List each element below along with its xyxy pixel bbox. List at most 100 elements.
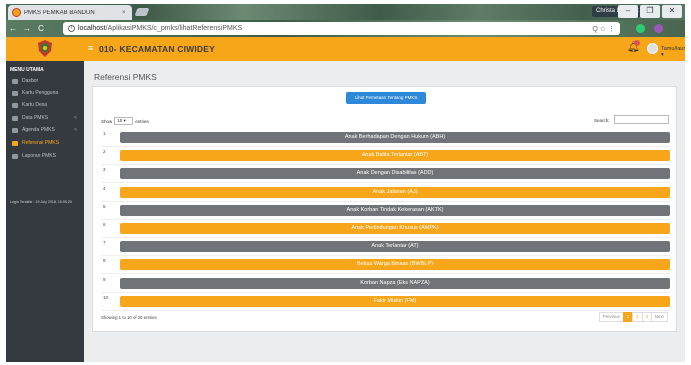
- sidebar-item-label: Agenda PMKS: [22, 127, 55, 133]
- reference-item[interactable]: Anak Berhadapan Dengan Hukum (ABH): [120, 132, 670, 143]
- sidebar-item-kartu-pengguna[interactable]: Kartu Pengguna: [6, 88, 84, 98]
- content-footer: [84, 348, 685, 362]
- sidebar-item-label: Kartu Pengguna: [22, 90, 59, 96]
- user-menu[interactable]: Tamu/laun ▾: [661, 46, 685, 58]
- row-number: 2: [103, 149, 106, 155]
- sidebar-item-data-pmks[interactable]: Data PMKS <: [6, 113, 84, 123]
- search-input[interactable]: [614, 115, 669, 124]
- site-info-icon[interactable]: i: [68, 25, 75, 32]
- avatar[interactable]: [647, 43, 658, 54]
- reload-icon[interactable]: C: [34, 24, 48, 33]
- row-divider: [101, 146, 670, 147]
- row-number: 9: [103, 276, 106, 282]
- reference-item[interactable]: Anak Jalanan (AJ): [120, 186, 670, 198]
- entries-select[interactable]: 10 ▾: [114, 117, 134, 125]
- menu-toggle-icon[interactable]: ≡: [88, 43, 93, 53]
- sidebar-item-kartu-desa[interactable]: Kartu Desa: [6, 100, 84, 110]
- logo-area: [6, 37, 84, 61]
- row-divider: [101, 200, 670, 202]
- id-card-icon: [12, 90, 18, 96]
- book-icon: [12, 140, 18, 146]
- url-tools[interactable]: Q ☆ ⋮: [592, 25, 615, 33]
- row-number: 8: [103, 258, 106, 264]
- row-number: 5: [103, 203, 106, 209]
- row-divider: [101, 255, 670, 257]
- url-input[interactable]: i localhost /AplikasiPMKS/c_pmks/lihatRe…: [63, 22, 620, 35]
- reference-item[interactable]: Fakir Miskin (FM): [120, 295, 670, 307]
- back-icon[interactable]: ←: [6, 24, 20, 33]
- page-title: Referensi PMKS: [94, 72, 157, 82]
- profile-icon[interactable]: [654, 24, 663, 33]
- reference-item[interactable]: Korban Napza (Eks NAPZA): [120, 277, 670, 289]
- row-number: 6: [103, 222, 106, 227]
- district-title: 010- KECAMATAN CIWIDEY: [99, 44, 216, 54]
- calendar-icon: [12, 127, 18, 133]
- pagination: Previous 1 2 3 Next: [599, 312, 668, 322]
- logo-icon: [38, 40, 52, 57]
- sidebar-item-label: Data PMKS: [22, 115, 49, 121]
- reference-item[interactable]: Anak Perlindungan Khusus (AMPK): [120, 223, 670, 234]
- address-toolbar: ← → C i localhost /AplikasiPMKS/c_pmks/l…: [6, 20, 685, 37]
- table-info: Showing 1 to 10 of 26 entries: [101, 315, 157, 320]
- row-divider: [101, 291, 670, 293]
- sidebar-item-label: Dasbor: [22, 78, 39, 84]
- row-number: 10: [103, 294, 109, 300]
- close-window-button[interactable]: ✕: [662, 5, 682, 18]
- notification-badge: [634, 40, 640, 46]
- extension-icon[interactable]: [636, 24, 645, 33]
- maximize-button[interactable]: ❐: [640, 5, 660, 18]
- top-navbar: ≡ 010- KECAMATAN CIWIDEY 🔔︎ Tamu/laun ▾: [84, 37, 685, 61]
- row-number: 4: [103, 185, 106, 191]
- page-length-control: Show 10 ▾ entries: [101, 117, 149, 125]
- minimize-button[interactable]: –: [618, 5, 638, 18]
- sidebar-item-label: Kartu Desa: [22, 102, 48, 108]
- sidebar-item-referensi-pmks[interactable]: Referensi PMKS: [6, 138, 84, 148]
- sidebar-heading: MENU UTAMA: [10, 67, 44, 73]
- row-number: 3: [103, 167, 106, 173]
- reference-item[interactable]: Anak Korban Tindak Kekerasan (AKTK): [120, 204, 670, 216]
- last-login-text: Login Terakhir : 19 July 2018, 10:05:20: [10, 200, 72, 204]
- browser-window: PMKS PEMKAB BANDUN × Christa Lumbert – ❐…: [6, 4, 685, 362]
- url-path: /AplikasiPMKS/c_pmks/lihatReferensiPMKS: [105, 25, 243, 32]
- row-number: 7: [103, 240, 106, 246]
- sidebar-item-agenda-pmks[interactable]: Agenda PMKS <: [6, 125, 84, 135]
- search-label: Search:: [594, 118, 610, 123]
- reference-item[interactable]: Bekas Warga Binaan (BWBLP): [120, 259, 670, 271]
- row-divider: [101, 218, 670, 220]
- users-icon: [12, 115, 18, 121]
- new-tab-button[interactable]: [134, 8, 150, 16]
- view-mapping-button[interactable]: Lihat Pemetaan Tentang PMKS: [346, 92, 426, 104]
- reference-item[interactable]: Anak Balita Terlantar (ABT): [120, 150, 670, 162]
- row-divider: [101, 309, 670, 311]
- sidebar: MENU UTAMA Dasbor Kartu Pengguna Kartu D…: [6, 61, 84, 362]
- row-divider: [101, 237, 670, 238]
- sidebar-item-dasbor[interactable]: Dasbor: [6, 76, 84, 86]
- card-icon: [12, 102, 18, 108]
- reference-item[interactable]: Anak Terlantar (AT): [120, 241, 670, 253]
- entries-label: entries: [135, 118, 149, 124]
- dashboard-icon: [12, 78, 18, 84]
- url-host: localhost: [78, 25, 106, 32]
- sidebar-item-label: Referensi PMKS: [22, 140, 59, 146]
- row-number: 1: [103, 131, 106, 136]
- pager-previous[interactable]: Previous: [599, 312, 624, 322]
- pager-next[interactable]: Next: [650, 312, 668, 322]
- sidebar-item-label: Laporan PMKS: [22, 153, 56, 159]
- chevron-left-icon: <: [74, 127, 77, 133]
- row-divider: [101, 164, 670, 166]
- forward-icon[interactable]: →: [20, 24, 34, 33]
- row-divider: [101, 182, 670, 184]
- browser-tab[interactable]: PMKS PEMKAB BANDUN ×: [8, 5, 132, 20]
- favicon-icon: [12, 8, 21, 17]
- tab-close-icon[interactable]: ×: [122, 10, 132, 16]
- browser-tab-strip: PMKS PEMKAB BANDUN × Christa Lumbert – ❐…: [6, 4, 685, 20]
- tab-title: PMKS PEMKAB BANDUN: [24, 9, 95, 16]
- sidebar-item-laporan-pmks[interactable]: Laporan PMKS: [6, 151, 84, 161]
- main-content: Referensi PMKS Lihat Pemetaan Tentang PM…: [84, 61, 685, 362]
- content-card: Lihat Pemetaan Tentang PMKS Show 10 ▾ en…: [92, 86, 677, 332]
- row-divider: [101, 273, 670, 275]
- show-label: Show: [101, 118, 113, 124]
- chart-icon: [12, 153, 18, 159]
- reference-item[interactable]: Anak Dengan Disabilitas (ADD): [120, 168, 670, 180]
- entries-select-value: 10: [117, 118, 123, 123]
